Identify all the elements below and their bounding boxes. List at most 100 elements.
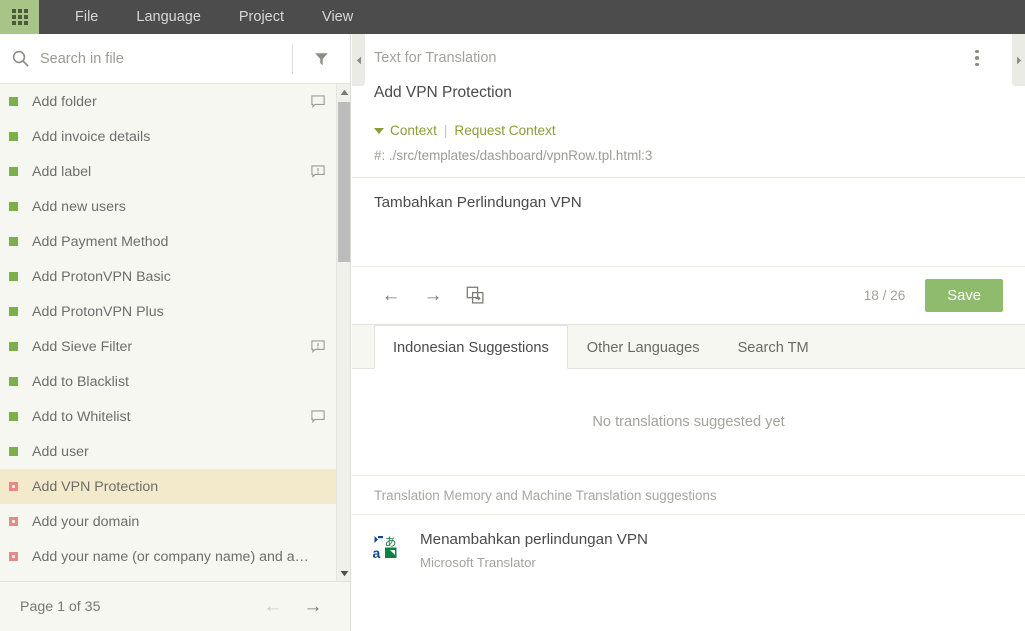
- menu-items: File Language Project View: [39, 0, 372, 34]
- next-segment-button[interactable]: →: [412, 276, 454, 316]
- context-toggle-link[interactable]: Context: [390, 123, 437, 138]
- page-indicator: Page 1 of 35: [20, 598, 101, 615]
- list-item[interactable]: Add to Whitelist: [0, 399, 336, 434]
- list-item-label: Add your domain: [32, 513, 140, 530]
- suggestions-section-header: Translation Memory and Machine Translati…: [352, 475, 1025, 515]
- next-page-button[interactable]: →: [293, 589, 333, 625]
- search-input[interactable]: [40, 34, 292, 83]
- suggestion-row[interactable]: a あ Menambahkan perlindungan VPN Microso…: [352, 515, 1025, 586]
- comment-alert-icon[interactable]: [310, 339, 326, 354]
- request-context-link[interactable]: Request Context: [454, 123, 555, 138]
- list-item-label: Add label: [32, 163, 92, 180]
- microsoft-translator-icon: a あ: [372, 531, 406, 566]
- suggestions-tabs: Indonesian Suggestions Other Languages S…: [352, 324, 1025, 369]
- arrow-left-icon: ←: [381, 285, 401, 306]
- status-marker-translated: [9, 377, 18, 386]
- menu-item-view[interactable]: View: [303, 0, 372, 34]
- suggestion-body: Menambahkan perlindungan VPN Microsoft T…: [406, 531, 648, 570]
- status-marker-translated: [9, 272, 18, 281]
- main-panel: Text for Translation Add VPN Protection …: [352, 34, 1025, 631]
- list-item-label: Add ProtonVPN Plus: [32, 303, 164, 320]
- list-item-label: Add new users: [32, 198, 126, 215]
- collapse-right-icon[interactable]: [1012, 34, 1025, 86]
- status-marker-untranslated: [9, 552, 18, 561]
- copy-source-icon: [466, 286, 484, 304]
- sidebar-scrollbar[interactable]: [336, 84, 350, 581]
- list-item[interactable]: Add label: [0, 154, 336, 189]
- filter-funnel-icon[interactable]: [293, 34, 350, 83]
- status-marker-translated: [9, 307, 18, 316]
- list-item[interactable]: Add invoice details: [0, 119, 336, 154]
- list-item-label: Add your name (or company name) and addr…: [32, 548, 310, 565]
- list-item[interactable]: Add Payment Method: [0, 224, 336, 259]
- list-item[interactable]: Add your domain: [0, 504, 336, 539]
- status-marker-translated: [9, 237, 18, 246]
- target-editor-area[interactable]: Tambahkan Perlindungan VPN: [352, 178, 1025, 266]
- save-button[interactable]: Save: [925, 279, 1003, 312]
- list-item-label: Add user: [32, 443, 89, 460]
- list-item[interactable]: Add to Blacklist: [0, 364, 336, 399]
- copy-source-button[interactable]: [454, 276, 496, 316]
- segment-counter: 18 / 26: [863, 288, 906, 303]
- scroll-down-icon[interactable]: [337, 565, 350, 581]
- status-marker-translated: [9, 167, 18, 176]
- list-item[interactable]: Add Sieve Filter: [0, 329, 336, 364]
- suggestion-text: Menambahkan perlindungan VPN: [420, 531, 648, 548]
- top-menu-bar: File Language Project View: [0, 0, 1025, 34]
- suggestion-source: Microsoft Translator: [420, 555, 536, 570]
- collapse-left-icon[interactable]: [352, 34, 365, 86]
- status-marker-translated: [9, 202, 18, 211]
- status-marker-translated: [9, 132, 18, 141]
- tab-search-tm[interactable]: Search TM: [719, 325, 828, 369]
- tab-other-languages[interactable]: Other Languages: [568, 325, 719, 369]
- comment-alert-icon[interactable]: [310, 164, 326, 179]
- translation-unit-list-wrap: Add folder Add invoice details Add label: [0, 84, 350, 581]
- status-marker-untranslated: [9, 517, 18, 526]
- scroll-up-icon[interactable]: [337, 84, 350, 100]
- arrow-right-icon: →: [423, 285, 443, 306]
- editor-toolbar: ← → 18 / 26 Save: [352, 266, 1025, 324]
- source-text: Add VPN Protection: [374, 84, 512, 101]
- apps-grid-glyph: [11, 9, 28, 25]
- target-text-input[interactable]: Tambahkan Perlindungan VPN: [374, 194, 1003, 254]
- status-marker-translated: [9, 342, 18, 351]
- svg-text:a: a: [373, 545, 381, 561]
- chevron-down-icon[interactable]: [374, 127, 384, 134]
- list-item[interactable]: Add user: [0, 434, 336, 469]
- list-item-label: Add folder: [32, 93, 97, 110]
- list-item-selected[interactable]: Add VPN Protection: [0, 469, 336, 504]
- arrow-right-icon: →: [303, 596, 323, 617]
- previous-segment-button[interactable]: ←: [370, 276, 412, 316]
- list-item-label: Add to Whitelist: [32, 408, 131, 425]
- main-panel-header: Text for Translation: [352, 34, 1025, 82]
- search-icon: [0, 50, 40, 67]
- app-root: File Language Project View Search in fil…: [0, 0, 1025, 631]
- context-path: #: ./src/templates/dashboard/vpnRow.tpl.…: [374, 148, 653, 163]
- prev-page-button[interactable]: ←: [253, 589, 293, 625]
- menu-item-language[interactable]: Language: [117, 0, 220, 34]
- list-item[interactable]: Add folder: [0, 84, 336, 119]
- comment-icon[interactable]: [310, 94, 326, 109]
- menu-item-project[interactable]: Project: [220, 0, 303, 34]
- list-item[interactable]: Add ProtonVPN Plus: [0, 294, 336, 329]
- list-item-label: Add invoice details: [32, 128, 151, 145]
- list-item[interactable]: Add ProtonVPN Basic: [0, 259, 336, 294]
- translation-unit-list: Add folder Add invoice details Add label: [0, 84, 336, 581]
- kebab-menu-icon[interactable]: [961, 42, 993, 74]
- tab-indonesian-suggestions[interactable]: Indonesian Suggestions: [374, 325, 568, 369]
- search-bar: [0, 34, 350, 84]
- status-marker-translated: [9, 412, 18, 421]
- list-item-label: Add to Blacklist: [32, 373, 129, 390]
- scrollbar-thumb[interactable]: [338, 102, 350, 262]
- list-item[interactable]: Add your name (or company name) and addr…: [0, 539, 336, 574]
- page-title: Text for Translation: [374, 50, 497, 66]
- status-marker-translated: [9, 447, 18, 456]
- menu-item-file[interactable]: File: [56, 0, 117, 34]
- status-marker-translated: [9, 97, 18, 106]
- comment-icon[interactable]: [310, 409, 326, 424]
- apps-grid-icon[interactable]: [0, 0, 39, 34]
- list-item[interactable]: Add new users: [0, 189, 336, 224]
- empty-suggestions-message: No translations suggested yet: [352, 369, 1025, 475]
- list-item-label: Add VPN Protection: [32, 478, 159, 495]
- sidebar: Add folder Add invoice details Add label: [0, 34, 351, 631]
